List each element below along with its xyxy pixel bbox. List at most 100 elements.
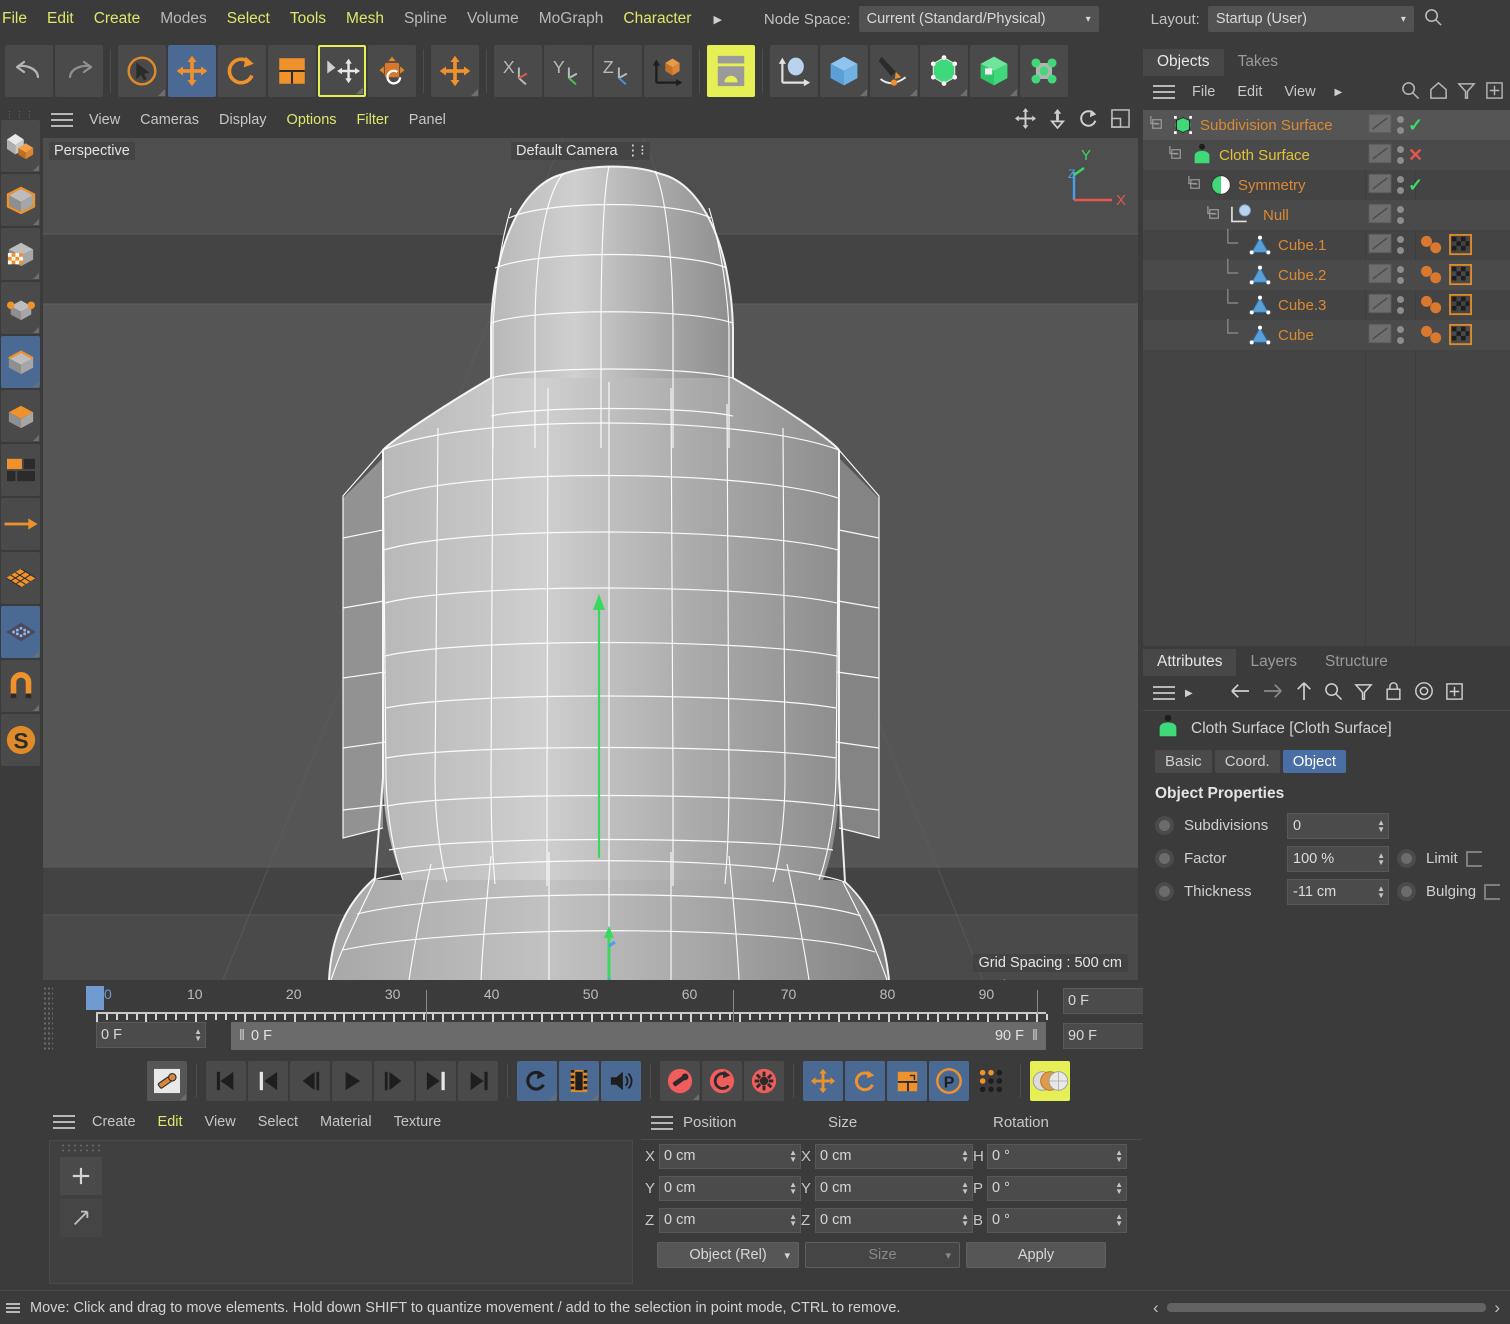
tab-structure[interactable]: Structure bbox=[1311, 649, 1402, 676]
material-tags[interactable] bbox=[1419, 230, 1473, 260]
tag-slot[interactable] bbox=[1368, 173, 1392, 198]
property-value-field[interactable]: 0 ▲ ▼ bbox=[1287, 812, 1389, 839]
menu-overflow-arrow[interactable]: ▶ bbox=[701, 13, 733, 26]
material-arrow-button[interactable] bbox=[60, 1199, 102, 1237]
maximize-icon[interactable] bbox=[1111, 108, 1130, 132]
undo-button[interactable] bbox=[5, 45, 53, 97]
null-object-button[interactable] bbox=[770, 45, 818, 97]
object-tree-row[interactable]: Cloth Surface ✕ bbox=[1143, 140, 1510, 170]
search-icon[interactable] bbox=[1424, 8, 1443, 31]
object-menu-edit[interactable]: Edit bbox=[1226, 84, 1273, 100]
expand-collapse-icon[interactable] bbox=[1168, 145, 1185, 166]
object-tree-row[interactable]: Symmetry ✓ bbox=[1143, 170, 1510, 200]
material-tags[interactable] bbox=[1419, 260, 1473, 290]
scroll-left-icon[interactable]: ‹ bbox=[1153, 1298, 1159, 1318]
point-level-animation-button[interactable] bbox=[971, 1061, 1011, 1101]
cube-primitive-button[interactable] bbox=[820, 45, 868, 97]
go-to-start-button[interactable] bbox=[206, 1061, 246, 1101]
layout-dropdown[interactable]: Startup (User) ▾ bbox=[1207, 6, 1414, 32]
left-tool-magnet[interactable] bbox=[1, 660, 40, 712]
spinner-arrows-icon[interactable]: ▲▼ bbox=[789, 1181, 797, 1196]
object-name[interactable]: Cloth Surface bbox=[1219, 147, 1310, 164]
left-tool-model-mode[interactable] bbox=[1, 120, 40, 172]
node-space-dropdown[interactable]: Current (Standard/Physical) ▾ bbox=[858, 6, 1099, 32]
left-tool-workplane-snap[interactable] bbox=[1, 606, 40, 658]
scale-key-button[interactable] bbox=[887, 1061, 927, 1101]
filter-icon[interactable] bbox=[1457, 81, 1476, 104]
attribute-menu-arrow-icon[interactable]: ▶ bbox=[1175, 688, 1203, 699]
material-tags[interactable] bbox=[1419, 320, 1473, 350]
spinner-arrows-icon[interactable]: ▲▼ bbox=[1115, 1213, 1123, 1228]
menu-item-volume[interactable]: Volume bbox=[457, 0, 529, 38]
viewport-menu-cameras[interactable]: Cameras bbox=[130, 112, 209, 128]
search-icon[interactable] bbox=[1401, 81, 1420, 104]
loop-playback-button[interactable] bbox=[517, 1061, 557, 1101]
world-object-coordinates-button[interactable] bbox=[644, 45, 692, 97]
back-arrow-icon[interactable] bbox=[1229, 682, 1251, 704]
enabled-check-icon[interactable]: ✓ bbox=[1408, 175, 1423, 196]
property-checkbox[interactable] bbox=[1484, 883, 1501, 900]
animation-track-dot[interactable] bbox=[1397, 849, 1416, 868]
object-tree[interactable]: Subdivision Surface ✓ Cloth Surface ✕ Symmet… bbox=[1143, 110, 1510, 680]
menu-item-select[interactable]: Select bbox=[217, 0, 280, 38]
viewport-menu-filter[interactable]: Filter bbox=[347, 112, 399, 128]
object-tree-row[interactable]: Null bbox=[1143, 200, 1510, 230]
spinner-arrows-icon[interactable]: ▲▼ bbox=[1377, 884, 1385, 899]
disabled-cross-icon[interactable]: ✕ bbox=[1408, 145, 1423, 166]
position-key-button[interactable] bbox=[803, 1061, 843, 1101]
scroll-thumb[interactable] bbox=[1166, 1303, 1487, 1312]
spinner-arrows-icon[interactable]: ▲▼ bbox=[961, 1149, 969, 1164]
step-back-button[interactable] bbox=[290, 1061, 330, 1101]
left-tool-axis-modification[interactable] bbox=[1, 498, 40, 550]
spinner-arrows-icon[interactable]: ▲▼ bbox=[1377, 851, 1385, 866]
spinner-arrows-icon[interactable]: ▲▼ bbox=[1115, 1181, 1123, 1196]
material-hamburger-icon[interactable] bbox=[53, 1111, 75, 1133]
material-preview-button[interactable] bbox=[1030, 1061, 1070, 1101]
visibility-dots[interactable] bbox=[1397, 146, 1404, 164]
autokeying-button[interactable] bbox=[702, 1061, 742, 1101]
toolbar-grip[interactable]: ⋮⋮⋮ bbox=[0, 110, 41, 119]
play-forward-button[interactable] bbox=[332, 1061, 372, 1101]
spinner-arrows-icon[interactable]: ▲▼ bbox=[194, 1028, 202, 1043]
rotation-key-button[interactable] bbox=[845, 1061, 885, 1101]
object-tree-row[interactable]: Subdivision Surface ✓ bbox=[1143, 110, 1510, 140]
lock-icon[interactable] bbox=[1384, 681, 1403, 705]
menu-item-modes[interactable]: Modes bbox=[150, 0, 217, 38]
spinner-arrows-icon[interactable]: ▲▼ bbox=[1115, 1149, 1123, 1164]
parameter-key-button[interactable]: P bbox=[929, 1061, 969, 1101]
object-menu-view[interactable]: View bbox=[1273, 84, 1326, 100]
material-menu-material[interactable]: Material bbox=[309, 1114, 383, 1130]
position-field-Y[interactable]: 0 cm ▲ ▼ bbox=[659, 1175, 801, 1201]
property-checkbox[interactable] bbox=[1465, 850, 1482, 867]
go-to-end-button[interactable] bbox=[458, 1061, 498, 1101]
subdivision-surface-button[interactable] bbox=[920, 45, 968, 97]
left-tool-scene-nodes[interactable]: S bbox=[1, 714, 40, 766]
animation-track-dot[interactable] bbox=[1397, 882, 1416, 901]
deformer-button[interactable] bbox=[970, 45, 1018, 97]
filter-icon[interactable] bbox=[1353, 682, 1373, 705]
current-frame-field[interactable]: 0 F ▲ ▼ bbox=[96, 1022, 206, 1048]
rotation-field-B[interactable]: 0 ° ▲ ▼ bbox=[987, 1207, 1127, 1233]
tag-slot[interactable] bbox=[1368, 233, 1392, 258]
rotate-tool-button[interactable] bbox=[218, 45, 266, 97]
timeline-ruler[interactable]: 0 10 20 30 40 50 60 70 80 90 bbox=[86, 986, 1048, 1023]
menu-item-mesh[interactable]: Mesh bbox=[336, 0, 394, 38]
animation-track-dot[interactable] bbox=[1155, 816, 1174, 835]
preview-range-button[interactable] bbox=[559, 1061, 599, 1101]
left-tool-edges-mode[interactable] bbox=[1, 336, 40, 388]
material-menu-edit[interactable]: Edit bbox=[147, 1114, 194, 1130]
animation-track-dot[interactable] bbox=[1155, 882, 1174, 901]
viewport-menu-panel[interactable]: Panel bbox=[399, 112, 456, 128]
menu-item-tools[interactable]: Tools bbox=[280, 0, 336, 38]
status-hamburger-icon[interactable] bbox=[6, 1301, 20, 1315]
object-tree-row[interactable]: Cube.3 bbox=[1143, 288, 1510, 320]
left-tool-viewport-layout[interactable] bbox=[1, 444, 40, 496]
redo-button[interactable] bbox=[55, 45, 103, 97]
go-to-next-key-button[interactable] bbox=[416, 1061, 456, 1101]
material-menu-select[interactable]: Select bbox=[247, 1114, 309, 1130]
lock-y-axis-button[interactable]: Y bbox=[544, 45, 592, 97]
live-selection-button[interactable] bbox=[118, 45, 166, 97]
up-arrow-icon[interactable] bbox=[1295, 681, 1313, 705]
spinner-arrows-icon[interactable]: ▲▼ bbox=[789, 1149, 797, 1164]
position-field-Z[interactable]: 0 cm ▲ ▼ bbox=[659, 1207, 801, 1233]
